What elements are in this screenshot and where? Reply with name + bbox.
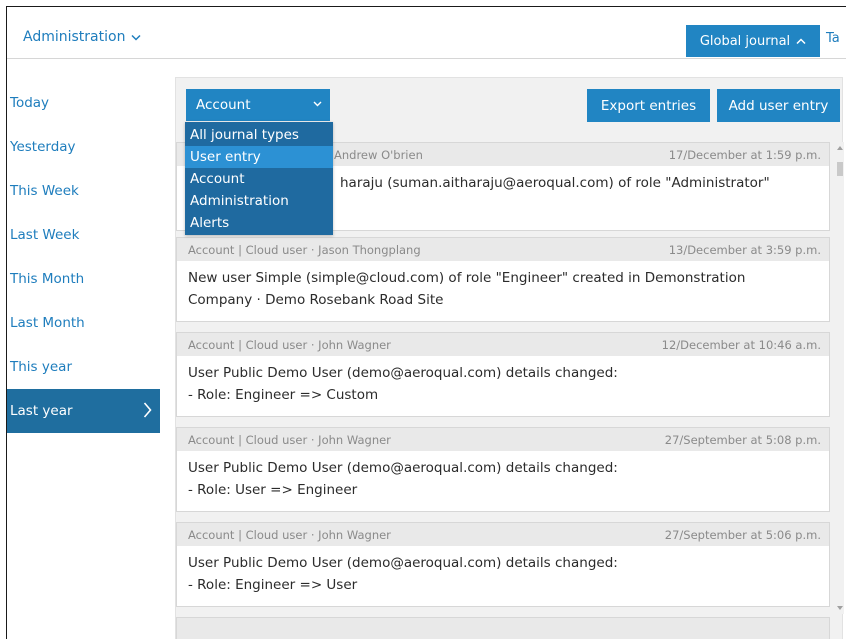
top-bar: Administration Global journal Ta (7, 7, 846, 59)
entry-source: Account | Cloud user · John Wagner (188, 432, 391, 447)
chevron-down-icon (131, 34, 141, 41)
entry-timestamp: 27/September at 5:08 p.m. (664, 432, 821, 447)
entry-source: Account | Cloud user · John Wagner (188, 337, 391, 352)
chevron-up-icon (796, 37, 806, 44)
period-sidebar: Today Yesterday This Week Last Week This… (7, 81, 163, 433)
administration-menu-label: Administration (23, 29, 126, 45)
entry-header: Account | Cloud user · John Wagner 12/De… (177, 333, 829, 356)
app-window: Administration Global journal Ta Today Y… (6, 6, 846, 639)
entry-line: - Role: User => Engineer (188, 482, 358, 498)
chevron-right-icon (143, 402, 152, 418)
entry-timestamp: 27/September at 5:06 p.m. (664, 527, 821, 542)
sidebar-item-last-year[interactable]: Last year (7, 389, 160, 433)
sidebar-item-label: Last year (10, 403, 73, 419)
global-journal-label: Global journal (699, 33, 791, 49)
entry-line: User Public Demo User (demo@aeroqual.com… (188, 460, 618, 476)
entry-body: User Public Demo User (demo@aeroqual.com… (177, 356, 829, 410)
entry-header: Account | Cloud user · John Wagner 27/Se… (177, 523, 829, 546)
option-administration[interactable]: Administration (185, 190, 333, 212)
chevron-down-icon (313, 101, 322, 107)
journal-entry: Account | Cloud user · John Wagner 27/Se… (176, 427, 830, 512)
entry-timestamp: 17/December at 1:59 p.m. (668, 147, 821, 162)
global-journal-tab[interactable]: Global journal (686, 25, 820, 57)
entry-line: New user Simple (simple@cloud.com) of ro… (188, 270, 746, 286)
entry-line: - Role: Engineer => Custom (188, 387, 379, 403)
sidebar-item-label: Last Month (10, 315, 85, 331)
sidebar-item-label: This Week (10, 183, 79, 199)
arrow-up-icon[interactable] (836, 144, 844, 152)
entry-line: Company · Demo Rosebank Road Site (188, 292, 444, 308)
option-all-journal-types[interactable]: All journal types (185, 124, 333, 146)
entry-line: - Role: Engineer => User (188, 577, 358, 593)
entry-line: User Public Demo User (demo@aeroqual.com… (188, 555, 618, 571)
entry-header: Account | Cloud user · Jason Thongplang … (177, 238, 829, 261)
arrow-down-icon[interactable] (836, 604, 844, 612)
entry-body: User Public Demo User (demo@aeroqual.com… (177, 546, 829, 600)
journal-type-select[interactable]: Account (186, 89, 330, 121)
sidebar-item-this-year[interactable]: This year (7, 345, 163, 389)
sidebar-item-this-month[interactable]: This Month (7, 257, 163, 301)
option-user-entry[interactable]: User entry (185, 146, 333, 168)
sidebar-item-label: Last Week (10, 227, 80, 243)
next-tab[interactable]: Ta (826, 31, 840, 46)
journal-entry-partial (176, 617, 830, 639)
sidebar-item-last-week[interactable]: Last Week (7, 213, 163, 257)
entry-line: User Public Demo User (demo@aeroqual.com… (188, 365, 618, 381)
journal-type-dropdown: All journal types User entry Account Adm… (185, 122, 333, 235)
entry-timestamp: 13/December at 3:59 p.m. (668, 242, 821, 257)
export-entries-button[interactable]: Export entries (587, 89, 710, 122)
entry-body: User Public Demo User (demo@aeroqual.com… (177, 451, 829, 505)
journal-entry: Account | Cloud user · John Wagner 12/De… (176, 332, 830, 417)
sidebar-item-today[interactable]: Today (7, 81, 163, 125)
sidebar-item-this-week[interactable]: This Week (7, 169, 163, 213)
scrollbar-thumb[interactable] (837, 162, 843, 176)
sidebar-item-yesterday[interactable]: Yesterday (7, 125, 163, 169)
option-account[interactable]: Account (185, 168, 333, 190)
sidebar-item-label: Today (10, 95, 50, 111)
add-user-entry-button[interactable]: Add user entry (717, 89, 840, 122)
sidebar-item-label: Yesterday (10, 139, 76, 155)
sidebar-item-last-month[interactable]: Last Month (7, 301, 163, 345)
journal-type-selected: Account (196, 97, 251, 113)
sidebar-item-label: This Month (10, 271, 85, 287)
journal-entry: Account | Cloud user · Jason Thongplang … (176, 237, 830, 322)
option-alerts[interactable]: Alerts (185, 212, 333, 234)
entries-scrollbar[interactable] (836, 142, 844, 614)
sidebar-item-label: This year (10, 359, 72, 375)
entry-source: Account | Cloud user · John Wagner (188, 527, 391, 542)
entry-body: New user Simple (simple@cloud.com) of ro… (177, 261, 829, 315)
entry-header: Account | Cloud user · John Wagner 27/Se… (177, 428, 829, 451)
journal-entry: Account | Cloud user · John Wagner 27/Se… (176, 522, 830, 607)
entry-header (177, 618, 829, 639)
entry-source: Account | Cloud user · Jason Thongplang (188, 242, 421, 257)
administration-menu[interactable]: Administration (23, 29, 141, 45)
entry-timestamp: 12/December at 10:46 a.m. (661, 337, 821, 352)
